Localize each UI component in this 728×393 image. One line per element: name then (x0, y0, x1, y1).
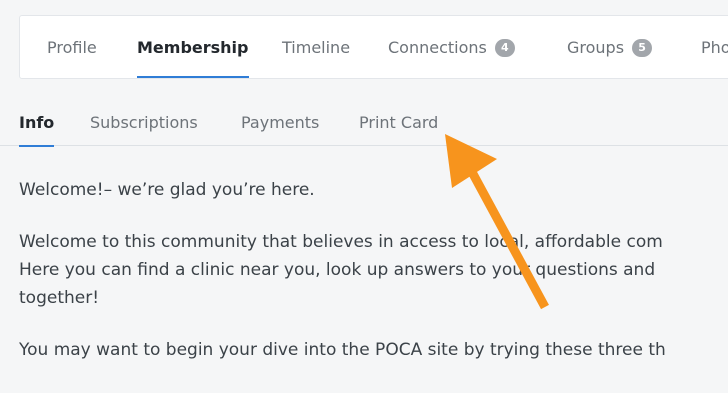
tab-groups-label: Groups (567, 38, 625, 57)
next-paragraph: You may want to begin your dive into the… (19, 340, 666, 360)
tab-membership[interactable]: Membership (137, 38, 249, 78)
subtab-info[interactable]: Info (19, 113, 55, 147)
tab-membership-label: Membership (137, 38, 249, 57)
tab-photos[interactable]: Pho (701, 38, 728, 78)
intro-paragraph: Welcome to this community that believes … (19, 228, 728, 312)
profile-nav-card: Profile Membership Timeline Connections 4… (19, 15, 728, 79)
intro-line-2: Here you can find a clinic near you, loo… (19, 260, 656, 280)
intro-line-3: together! (19, 288, 100, 308)
tab-profile-label: Profile (47, 38, 97, 57)
subtab-subscriptions-label: Subscriptions (90, 113, 198, 132)
membership-sub-tabs: Info Subscriptions Payments Print Card (0, 100, 728, 147)
connections-count-badge: 4 (494, 39, 515, 57)
subtab-payments-label: Payments (241, 113, 320, 132)
welcome-text: Welcome!– we’re glad you’re here. (19, 180, 315, 200)
tab-photos-label: Pho (701, 38, 728, 57)
groups-count-badge: 5 (632, 39, 653, 57)
tab-connections[interactable]: Connections 4 (388, 38, 515, 78)
active-subtab-underline (19, 145, 55, 147)
active-tab-underline (137, 76, 249, 78)
subtab-payments[interactable]: Payments (241, 113, 319, 146)
tab-groups[interactable]: Groups 5 (567, 38, 653, 78)
tab-timeline-label: Timeline (282, 38, 351, 57)
subtab-print-card[interactable]: Print Card (359, 113, 438, 146)
subtab-print-card-label: Print Card (359, 113, 439, 132)
info-content: Welcome!– we’re glad you’re here. Welcom… (19, 176, 728, 388)
page: Profile Membership Timeline Connections 4… (0, 0, 728, 393)
tab-connections-label: Connections (388, 38, 487, 57)
subtab-info-label: Info (19, 113, 55, 132)
subtab-subscriptions[interactable]: Subscriptions (90, 113, 198, 146)
tab-profile[interactable]: Profile (47, 38, 97, 78)
tab-timeline[interactable]: Timeline (282, 38, 350, 78)
intro-line-1: Welcome to this community that believes … (19, 232, 663, 252)
